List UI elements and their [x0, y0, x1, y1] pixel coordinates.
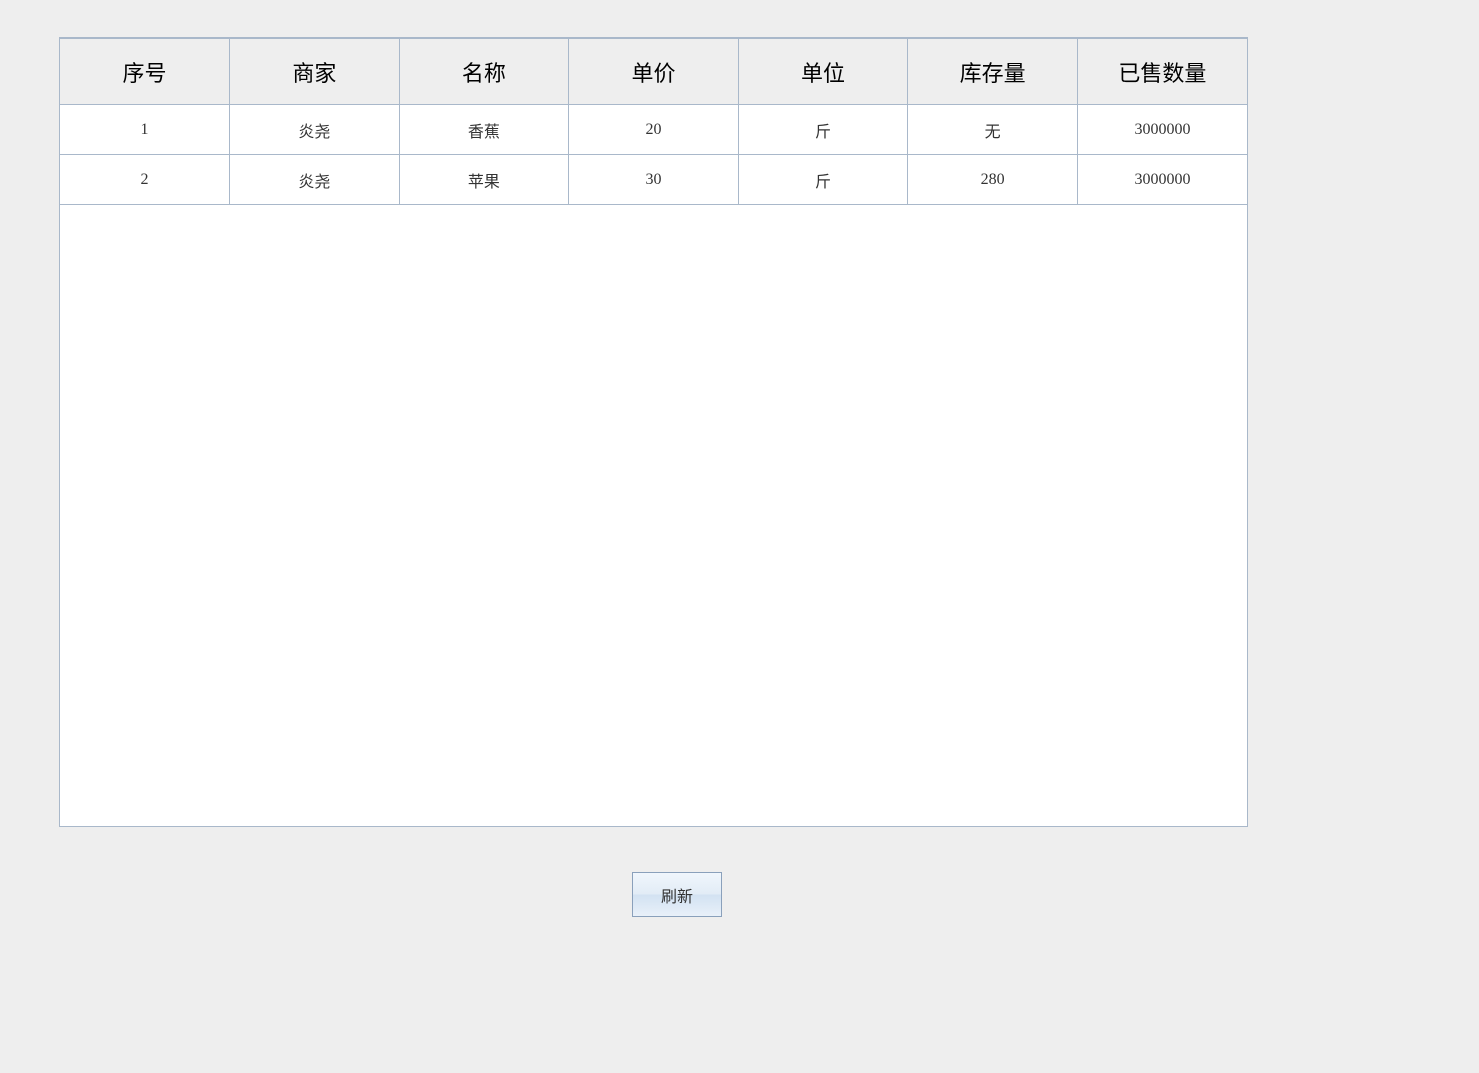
cell-stock: 280: [908, 155, 1078, 205]
header-name: 名称: [399, 39, 569, 105]
header-price: 单价: [569, 39, 739, 105]
cell-unit: 斤: [738, 155, 908, 205]
product-table: 序号 商家 名称 单价 单位 库存量 已售数量 1 炎尧 香蕉 20 斤 无 3…: [60, 38, 1247, 205]
cell-name: 香蕉: [399, 105, 569, 155]
cell-price: 20: [569, 105, 739, 155]
header-merchant: 商家: [230, 39, 400, 105]
header-unit: 单位: [738, 39, 908, 105]
table-row[interactable]: 1 炎尧 香蕉 20 斤 无 3000000: [60, 105, 1247, 155]
header-index: 序号: [60, 39, 230, 105]
cell-unit: 斤: [738, 105, 908, 155]
table-row[interactable]: 2 炎尧 苹果 30 斤 280 3000000: [60, 155, 1247, 205]
cell-index: 2: [60, 155, 230, 205]
cell-sold: 3000000: [1077, 155, 1247, 205]
product-table-container: 序号 商家 名称 单价 单位 库存量 已售数量 1 炎尧 香蕉 20 斤 无 3…: [59, 37, 1248, 827]
header-sold: 已售数量: [1077, 39, 1247, 105]
table-header-row: 序号 商家 名称 单价 单位 库存量 已售数量: [60, 39, 1247, 105]
cell-index: 1: [60, 105, 230, 155]
cell-merchant: 炎尧: [230, 155, 400, 205]
cell-merchant: 炎尧: [230, 105, 400, 155]
cell-name: 苹果: [399, 155, 569, 205]
cell-stock: 无: [908, 105, 1078, 155]
header-stock: 库存量: [908, 39, 1078, 105]
cell-sold: 3000000: [1077, 105, 1247, 155]
cell-price: 30: [569, 155, 739, 205]
refresh-button[interactable]: 刷新: [632, 872, 722, 917]
